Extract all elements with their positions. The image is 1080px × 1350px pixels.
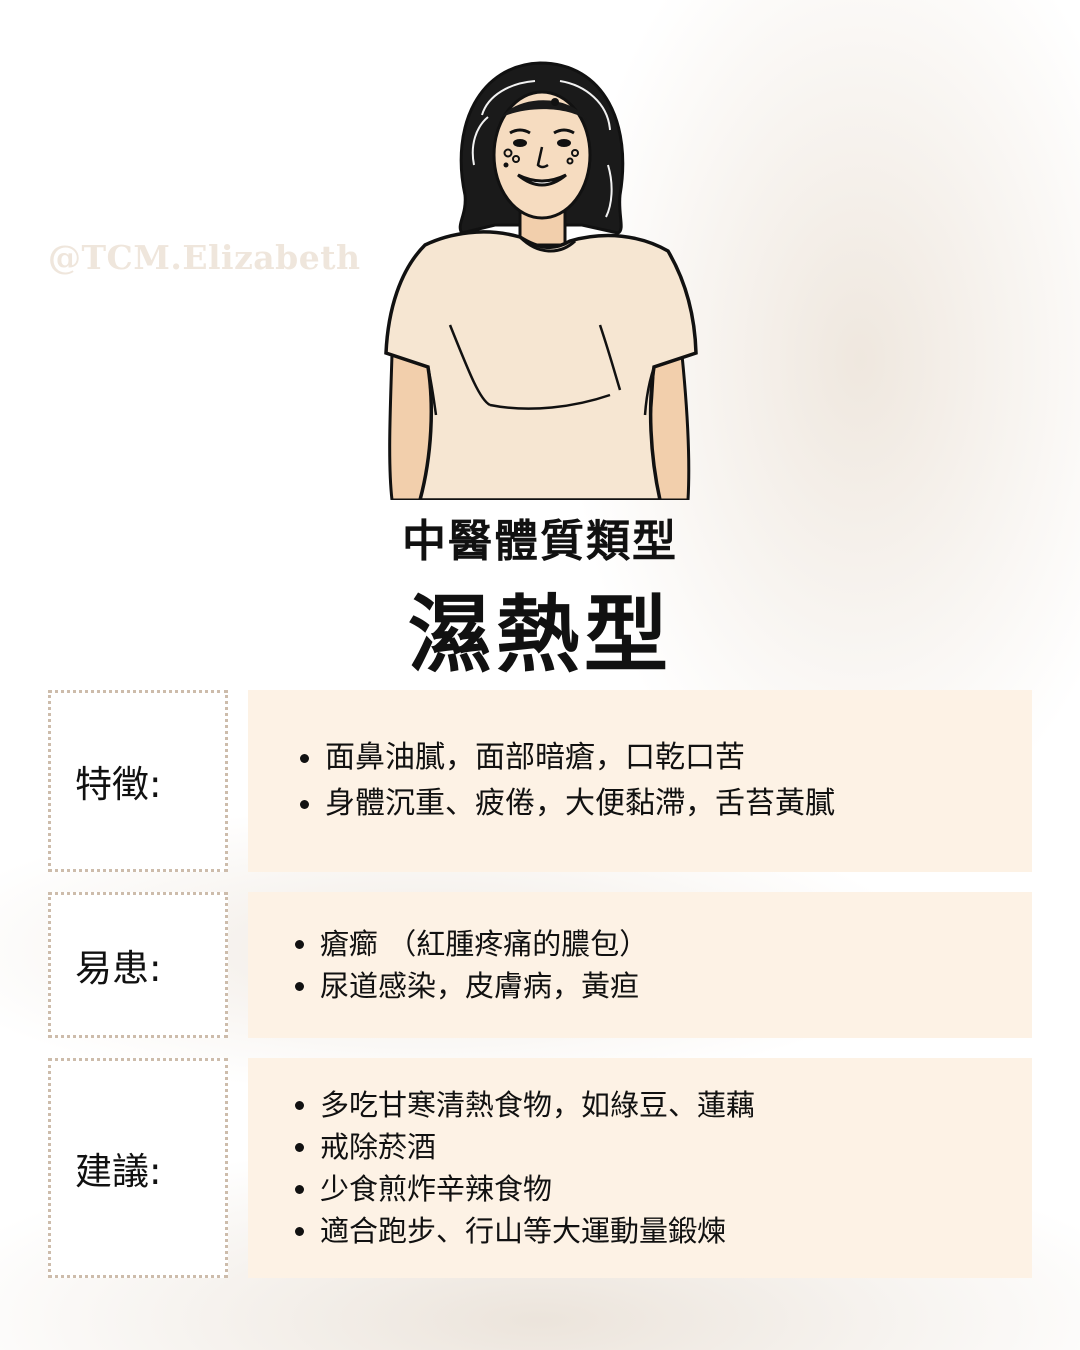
traits-list: 面鼻油膩，面部暗瘡，口乾口苦 身體沉重、疲倦，大便黏滯，舌苔黃膩 xyxy=(248,735,835,827)
list-item: 面鼻油膩，面部暗瘡，口乾口苦 xyxy=(300,735,835,781)
list-item: 少食煎炸辛辣食物 xyxy=(294,1168,755,1210)
list-item: 尿道感染，皮膚病，黃疸 xyxy=(294,965,648,1007)
list-item: 多吃甘寒清熱食物，如綠豆、蓮藕 xyxy=(294,1084,755,1126)
watermark: @TCM.Elizabeth xyxy=(48,238,361,277)
traits-label: 特徵: xyxy=(75,763,162,806)
woman-illustration-icon xyxy=(384,61,698,500)
list-item: 身體沉重、疲倦，大便黏滯，舌苔黃膩 xyxy=(300,781,835,827)
page-title: 濕熱型 xyxy=(407,586,672,684)
list-item: 瘡癤 （紅腫疼痛的膿包） xyxy=(294,923,648,965)
advice-label-box: 建議: xyxy=(48,1058,228,1278)
list-item: 戒除菸酒 xyxy=(294,1126,755,1168)
traits-label-box: 特徵: xyxy=(48,690,228,872)
risks-label: 易患: xyxy=(75,947,162,990)
risks-label-box: 易患: xyxy=(48,892,228,1038)
advice-content: 多吃甘寒清熱食物，如綠豆、蓮藕 戒除菸酒 少食煎炸辛辣食物 適合跑步、行山等大運… xyxy=(248,1058,1032,1278)
traits-content: 面鼻油膩，面部暗瘡，口乾口苦 身體沉重、疲倦，大便黏滯，舌苔黃膩 xyxy=(248,690,1032,872)
advice-list: 多吃甘寒清熱食物，如綠豆、蓮藕 戒除菸酒 少食煎炸辛辣食物 適合跑步、行山等大運… xyxy=(248,1084,755,1252)
list-item: 適合跑步、行山等大運動量鍛煉 xyxy=(294,1210,755,1252)
risks-content: 瘡癤 （紅腫疼痛的膿包） 尿道感染，皮膚病，黃疸 xyxy=(248,892,1032,1038)
risks-list: 瘡癤 （紅腫疼痛的膿包） 尿道感染，皮膚病，黃疸 xyxy=(248,923,648,1007)
advice-label: 建議: xyxy=(75,1150,162,1193)
subtitle: 中醫體質類型 xyxy=(402,516,678,567)
